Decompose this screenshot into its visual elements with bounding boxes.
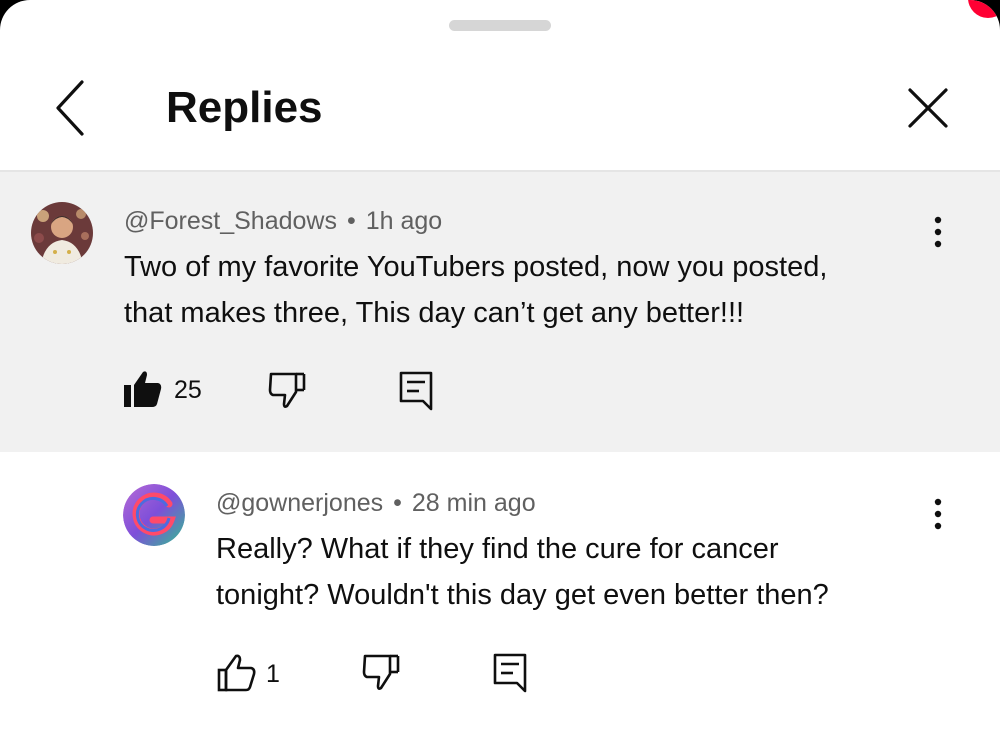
like-button[interactable] — [122, 368, 164, 415]
more-vert-icon — [934, 498, 942, 530]
close-button[interactable] — [900, 80, 956, 136]
thumbs-down-icon — [268, 372, 306, 408]
thumbs-down-icon — [362, 654, 400, 690]
reply-button[interactable] — [396, 370, 436, 417]
back-button[interactable] — [44, 78, 100, 138]
comment-text: Two of my favorite YouTubers posted, now… — [124, 244, 924, 336]
avatar[interactable] — [123, 484, 185, 546]
like-count: 25 — [174, 376, 202, 404]
comment-reply-icon — [399, 371, 433, 411]
more-options-button[interactable] — [920, 492, 956, 536]
dislike-button[interactable] — [360, 652, 402, 699]
comment-text: Really? What if they find the cure for c… — [216, 526, 1000, 618]
comment-meta: @Forest_Shadows • 1h ago — [124, 205, 442, 237]
thumbs-up-icon — [217, 654, 256, 692]
comment-text-line: tonight? Wouldn't this day get even bett… — [216, 579, 829, 611]
avatar[interactable] — [31, 202, 93, 264]
more-options-button[interactable] — [920, 210, 956, 254]
separator-dot: • — [393, 489, 402, 517]
parent-comment: @Forest_Shadows • 1h ago Two of my favorit… — [0, 172, 1000, 452]
dislike-button[interactable] — [266, 370, 308, 417]
comment-time: 1h ago — [365, 207, 443, 235]
drag-handle[interactable] — [449, 20, 551, 31]
reply-comment: @gownerjones • 28 min ago Really? What if … — [0, 454, 1000, 753]
comment-time: 28 min ago — [411, 489, 536, 517]
notification-dot — [968, 0, 1000, 18]
comment-text-line: Really? What if they find the cure for c… — [216, 533, 779, 565]
comment-text-line: Two of my favorite YouTubers posted, now… — [124, 251, 828, 283]
comment-author[interactable]: @Forest_Shadows — [124, 207, 337, 235]
comment-reply-icon — [493, 653, 527, 693]
close-icon — [908, 88, 948, 128]
more-vert-icon — [934, 216, 942, 248]
comment-meta: @gownerjones • 28 min ago — [216, 487, 536, 519]
comment-text-line: that makes three, This day can’t get any… — [124, 297, 745, 329]
comment-author[interactable]: @gownerjones — [216, 489, 383, 517]
page-title: Replies — [166, 83, 323, 132]
chevron-left-icon — [56, 80, 84, 136]
replies-sheet: Replies @Forest_Shadows • 1h ago Two of … — [0, 0, 1000, 753]
comment-actions: 1 — [216, 652, 536, 702]
reply-button[interactable] — [490, 652, 530, 699]
like-count: 1 — [266, 660, 280, 688]
comment-actions: 25 — [122, 368, 442, 418]
separator-dot: • — [346, 207, 356, 235]
user-avatar-photo — [31, 202, 93, 264]
like-button[interactable] — [216, 652, 258, 699]
user-avatar-logo — [123, 484, 185, 546]
thumbs-up-filled-icon — [124, 371, 162, 407]
replies-header: Replies — [0, 50, 1000, 172]
